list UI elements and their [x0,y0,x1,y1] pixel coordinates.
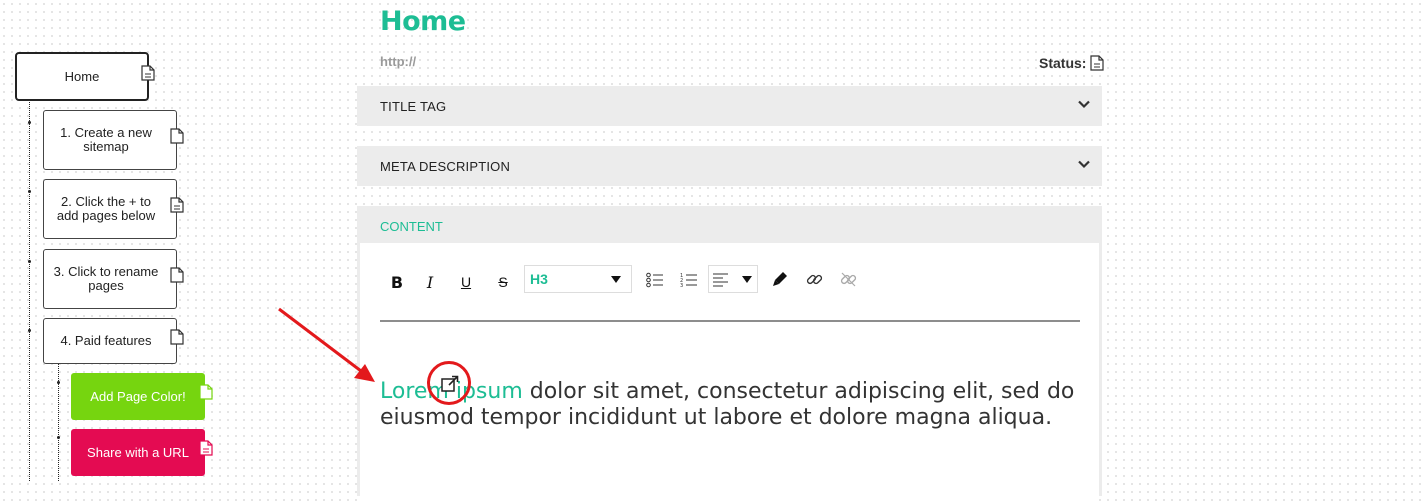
page-icon[interactable] [199,384,213,400]
strikethrough-button[interactable]: S [492,271,514,293]
page-icon[interactable] [170,267,184,283]
tree-node-dot [57,381,60,384]
tree-connector [29,100,30,481]
page-title: Home [380,6,466,37]
toolbar-divider [380,320,1080,322]
chevron-down-icon[interactable] [1078,160,1090,169]
page-icon[interactable] [170,128,184,144]
bold-button[interactable]: B [386,271,408,293]
annotation-arrow-icon [278,307,375,382]
sitemap-node-share-url[interactable]: Share with a URL [71,429,205,476]
sitemap-node-label: 2. Click the + to add pages below [56,194,156,223]
heading-select-value: H3 [530,271,548,287]
tree-node-dot [28,190,31,193]
page-icon[interactable] [170,197,184,213]
numbered-list-icon[interactable]: 1 2 3 [680,272,698,288]
page-url: http:// [380,54,417,69]
page-icon[interactable] [141,65,155,81]
annotation-circle [427,361,471,405]
svg-text:3: 3 [680,283,683,288]
sitemap-node-paid-features[interactable]: 4. Paid features [43,318,177,364]
heading-select[interactable]: H3 [524,265,632,293]
sitemap-node-create-sitemap[interactable]: 1. Create a new sitemap [43,110,177,170]
page-icon[interactable] [199,440,213,456]
sitemap-node-label: Share with a URL [87,444,189,460]
editor-body-text[interactable]: Lorem ipsum dolor sit amet, consectetur … [380,379,1080,431]
status-label: Status: [1039,55,1087,71]
caret-down-icon [742,276,752,283]
title-tag-accordion[interactable]: TITLE TAG [357,86,1102,126]
sitemap-node-label: Add Page Color! [90,388,186,404]
sitemap-node-label: 1. Create a new sitemap [60,125,152,154]
tree-node-dot [57,436,60,439]
content-section-label: CONTENT [380,219,443,234]
tree-node-dot [28,121,31,124]
page-icon[interactable] [170,329,184,345]
bullet-list-icon[interactable] [646,272,664,288]
sitemap-node-add-page-color[interactable]: Add Page Color! [71,373,205,420]
accordion-label: TITLE TAG [380,98,447,114]
document-icon[interactable] [1090,55,1105,71]
unlink-icon[interactable] [840,271,857,288]
link-icon[interactable] [806,271,823,288]
sitemap-node-label: 3. Click to rename pages [53,264,159,293]
underline-button[interactable]: U [455,271,477,293]
alignment-select[interactable] [708,265,758,293]
tree-node-dot [28,260,31,263]
sitemap-node-label: Home [64,68,100,84]
italic-button[interactable]: I [419,271,441,293]
align-left-icon [713,273,728,287]
accordion-label: META DESCRIPTION [380,158,511,174]
text-color-icon[interactable] [772,271,788,287]
sitemap-node-home[interactable]: Home [15,52,149,101]
content-section: CONTENT B I U S H3 1 2 3 Lorem ipsum dol… [357,206,1102,503]
status-indicator: Status: [1039,55,1105,71]
sitemap-node-rename[interactable]: 3. Click to rename pages [43,249,177,309]
sitemap-node-add-pages[interactable]: 2. Click the + to add pages below [43,179,177,239]
meta-description-accordion[interactable]: META DESCRIPTION [357,146,1102,186]
tree-node-dot [28,329,31,332]
sitemap-node-label: 4. Paid features [60,333,152,348]
rich-text-editor[interactable]: B I U S H3 1 2 3 Lorem ipsum dolor sit a… [360,243,1099,503]
caret-down-icon [611,276,621,283]
chevron-down-icon[interactable] [1078,100,1090,109]
